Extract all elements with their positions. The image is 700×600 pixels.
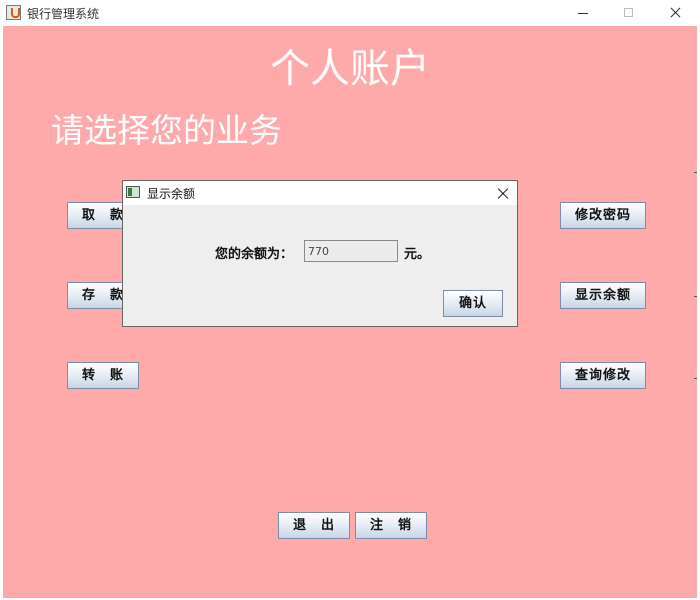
- query-modify-button[interactable]: 查询修改: [560, 362, 646, 389]
- edge-mark: [694, 172, 697, 173]
- currency-unit: 元。: [404, 247, 431, 262]
- exit-button[interactable]: 退 出: [278, 512, 350, 539]
- dialog-close-icon[interactable]: [493, 183, 513, 203]
- minimize-icon[interactable]: [560, 0, 606, 26]
- window-title: 银行管理系统: [27, 7, 100, 21]
- page-subtitle: 请选择您的业务: [51, 111, 282, 150]
- dialog-title: 显示余额: [147, 187, 196, 201]
- edge-mark: [694, 378, 697, 379]
- balance-field[interactable]: [304, 240, 398, 262]
- java-cup-icon: [6, 5, 21, 20]
- balance-dialog: 显示余额 您的余额为： 元。 确认: [122, 180, 518, 327]
- dialog-app-icon: [126, 186, 140, 198]
- window-titlebar: 银行管理系统: [0, 0, 700, 26]
- page-title: 个人账户: [270, 46, 430, 92]
- cancel-account-button[interactable]: 注 销: [355, 512, 427, 539]
- edge-mark: [694, 296, 697, 297]
- dialog-titlebar: 显示余额: [123, 181, 517, 205]
- confirm-button[interactable]: 确认: [443, 290, 503, 317]
- change-password-button[interactable]: 修改密码: [560, 202, 646, 229]
- close-icon[interactable]: [652, 0, 698, 26]
- show-balance-button[interactable]: 显示余额: [560, 282, 646, 309]
- balance-label: 您的余额为：: [215, 247, 294, 262]
- transfer-button[interactable]: 转 账: [67, 362, 139, 389]
- maximize-icon[interactable]: [606, 0, 652, 26]
